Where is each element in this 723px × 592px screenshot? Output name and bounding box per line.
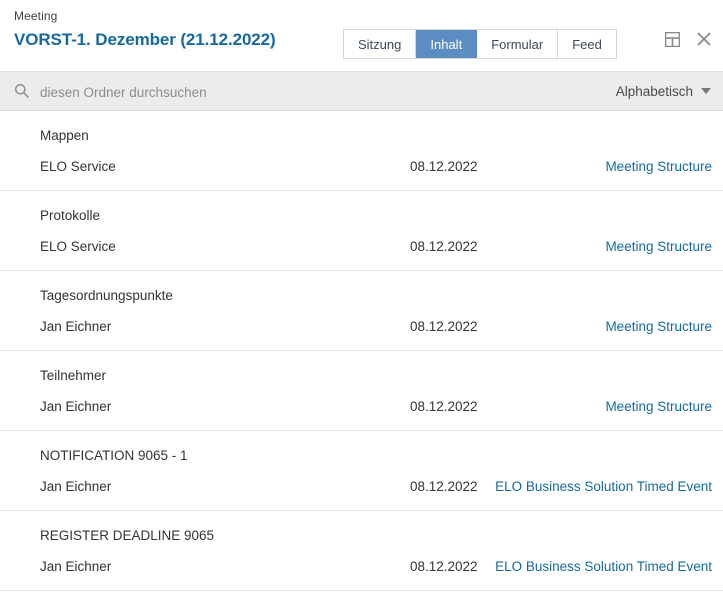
- list-item-author: Jan Eichner: [40, 559, 112, 574]
- tab-feed[interactable]: Feed: [558, 30, 616, 58]
- tab-formular[interactable]: Formular: [477, 30, 559, 58]
- list-item-date: 08.12.2022: [410, 239, 478, 254]
- header-icon-group: [663, 30, 713, 48]
- search-input[interactable]: [38, 72, 562, 112]
- tab-inhalt[interactable]: Inhalt: [416, 30, 478, 58]
- search-icon: [14, 83, 30, 99]
- list-item[interactable]: Protokolle ELO Service 08.12.2022 Meeting S…: [0, 191, 723, 271]
- list-item-title: Tagesordnungspunkte: [40, 288, 173, 303]
- list-item-date: 08.12.2022: [410, 559, 478, 574]
- tab-bar: Sitzung Inhalt Formular Feed: [343, 29, 617, 59]
- list-item-author: Jan Eichner: [40, 479, 112, 494]
- list-item-date: 08.12.2022: [410, 319, 478, 334]
- app-header: Meeting VORST-1. Dezember (21.12.2022) S…: [0, 0, 723, 71]
- list-item-title: Protokolle: [40, 208, 101, 223]
- list-item-author: ELO Service: [40, 159, 116, 174]
- list-item-link[interactable]: ELO Business Solution Timed Event: [495, 479, 712, 494]
- list-item-link[interactable]: Meeting Structure: [605, 239, 712, 254]
- tab-sitzung[interactable]: Sitzung: [344, 30, 417, 58]
- list-item-author: ELO Service: [40, 239, 116, 254]
- list-item-date: 08.12.2022: [410, 399, 478, 414]
- list-item[interactable]: REGISTER DEADLINE 9065 Jan Eichner 08.12.2…: [0, 511, 723, 591]
- list-item[interactable]: Mappen ELO Service 08.12.2022 Meeting Struc…: [0, 111, 723, 191]
- list-item-title: Mappen: [40, 128, 89, 143]
- title-block: Meeting VORST-1. Dezember (21.12.2022): [14, 9, 276, 52]
- list-item[interactable]: Teilnehmer Jan Eichner 08.12.2022 Meeting S…: [0, 351, 723, 431]
- page-title: VORST-1. Dezember (21.12.2022): [14, 30, 276, 49]
- list-item[interactable]: Tagesordnungspunkte Jan Eichner 08.12.2022…: [0, 271, 723, 351]
- content-list: Mappen ELO Service 08.12.2022 Meeting Struc…: [0, 111, 723, 591]
- list-item-date: 08.12.2022: [410, 479, 478, 494]
- chevron-down-icon: [701, 88, 711, 94]
- breadcrumb: Meeting: [14, 9, 58, 23]
- sort-dropdown-label: Alphabetisch: [615, 83, 693, 99]
- list-item-date: 08.12.2022: [410, 159, 478, 174]
- list-item-title: REGISTER DEADLINE 9065: [40, 528, 215, 543]
- list-item-link[interactable]: ELO Business Solution Timed Event: [495, 559, 712, 574]
- list-item-link[interactable]: Meeting Structure: [605, 399, 712, 414]
- list-item-title: Teilnehmer: [40, 368, 107, 383]
- search-bar: Alphabetisch: [0, 71, 723, 112]
- list-item-link[interactable]: Meeting Structure: [605, 159, 712, 174]
- list-item-author: Jan Eichner: [40, 319, 112, 334]
- list-item-link[interactable]: Meeting Structure: [605, 319, 712, 334]
- split-view-icon[interactable]: [663, 30, 681, 48]
- list-item-title: NOTIFICATION 9065 - 1: [40, 448, 188, 463]
- close-icon[interactable]: [695, 30, 713, 48]
- sort-dropdown[interactable]: Alphabetisch: [616, 72, 711, 110]
- list-item-author: Jan Eichner: [40, 399, 112, 414]
- list-item[interactable]: NOTIFICATION 9065 - 1 Jan Eichner 08.12.20…: [0, 431, 723, 511]
